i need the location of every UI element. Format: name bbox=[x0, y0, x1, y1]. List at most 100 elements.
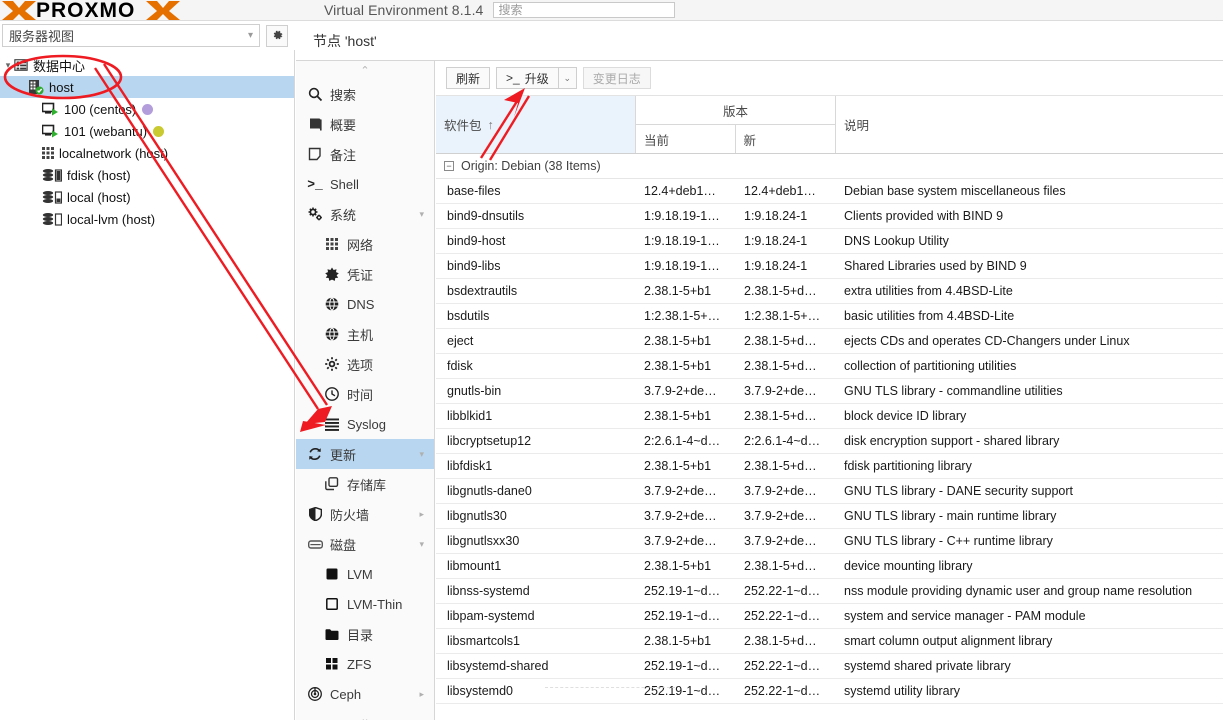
table-row[interactable]: bind9-host 1:9.18.19-1… 1:9.18.24-1 DNS Loo… bbox=[436, 229, 1223, 254]
tree-item-local-lvm-host[interactable]: local-lvm (host) bbox=[0, 208, 294, 230]
table-row[interactable]: libgnutls-dane0 3.7.9-2+de… 3.7.9-2+de… GNU… bbox=[436, 479, 1223, 504]
server-view-select[interactable]: 服务器视图 ▾ bbox=[2, 24, 260, 47]
current-version-cell: 3.7.9-2+de… bbox=[644, 534, 717, 548]
table-row[interactable]: base-files 12.4+deb1… 12.4+deb1… Debian bas… bbox=[436, 179, 1223, 204]
table-row[interactable]: bsdutils 1:2.38.1-5+… 1:2.38.1-5+… basic ut… bbox=[436, 304, 1223, 329]
tree-item-100-centos[interactable]: 100 (centos) bbox=[0, 98, 294, 120]
column-header-current[interactable]: 当前 bbox=[636, 125, 736, 153]
nav-item-label: 凭证 bbox=[347, 267, 374, 283]
resource-tree[interactable]: ▾ 数据中心 host 100 (centos) 101 (webantu) localn… bbox=[0, 50, 295, 720]
nav-collapse-arrow-icon[interactable]: ▾ bbox=[419, 539, 424, 550]
nav-item-[interactable]: 网络 bbox=[296, 229, 434, 259]
table-row[interactable]: fdisk 2.38.1-5+b1 2.38.1-5+d… collection of… bbox=[436, 354, 1223, 379]
tree-item-local-host[interactable]: local (host) bbox=[0, 186, 294, 208]
nav-item-[interactable]: 更新 ▾ bbox=[296, 439, 434, 469]
nav-item-lvm[interactable]: LVM bbox=[296, 559, 434, 589]
column-header-package[interactable]: 软件包 ↑ bbox=[436, 96, 636, 153]
collapse-group-icon[interactable]: − bbox=[444, 161, 454, 171]
tree-item-localnetwork-host[interactable]: localnetwork (host) bbox=[0, 142, 294, 164]
nav-item-[interactable]: 选项 bbox=[296, 349, 434, 379]
package-cell: bsdextrautils bbox=[447, 284, 518, 298]
nav-scroll-up-icon[interactable]: ⌃ bbox=[296, 61, 434, 79]
nav-item-zfs[interactable]: ZFS bbox=[296, 649, 434, 679]
table-row[interactable]: libgnutlsxx30 3.7.9-2+de… 3.7.9-2+de… GNU T… bbox=[436, 529, 1223, 554]
directory-icon bbox=[323, 628, 341, 641]
table-row[interactable]: libgnutls30 3.7.9-2+de… 3.7.9-2+de… GNU TLS… bbox=[436, 504, 1223, 529]
upgrade-button[interactable]: >_ 升级 bbox=[496, 67, 558, 89]
table-row[interactable]: bind9-dnsutils 1:9.18.19-1… 1:9.18.24-1 Cli… bbox=[436, 204, 1223, 229]
nav-item-[interactable]: 防火墙 ▸ bbox=[296, 499, 434, 529]
watermark bbox=[545, 676, 675, 688]
nav-item-[interactable]: 凭证 bbox=[296, 259, 434, 289]
nav-item-[interactable]: 主机 bbox=[296, 319, 434, 349]
nav-item-dns[interactable]: DNS bbox=[296, 289, 434, 319]
nav-item-[interactable]: 时间 bbox=[296, 379, 434, 409]
nav-item-[interactable]: 存储库 bbox=[296, 469, 434, 499]
upgrade-split-button[interactable]: >_ 升级 ⌄ bbox=[496, 67, 577, 89]
table-row[interactable]: libblkid1 2.38.1-5+b1 2.38.1-5+d… block dev… bbox=[436, 404, 1223, 429]
nav-item-[interactable]: 概要 bbox=[296, 109, 434, 139]
new-version-cell: 2.38.1-5+d… bbox=[744, 559, 817, 573]
table-row[interactable]: libsmartcols1 2.38.1-5+b1 2.38.1-5+d… smart… bbox=[436, 629, 1223, 654]
new-version-cell: 252.22-1~d… bbox=[744, 584, 821, 598]
disk-icon bbox=[306, 538, 324, 551]
package-cell: bind9-dnsutils bbox=[447, 209, 525, 223]
grid-group-row[interactable]: − Origin: Debian (38 Items) bbox=[436, 154, 1223, 179]
package-cell: libgnutlsxx30 bbox=[447, 534, 520, 548]
nav-collapse-arrow-icon[interactable]: ▾ bbox=[419, 449, 424, 460]
package-cell: gnutls-bin bbox=[447, 384, 502, 398]
tree-item-fdisk-host[interactable]: fdisk (host) bbox=[0, 164, 294, 186]
node-nav-menu[interactable]: ⌃ 搜索 概要 备注 >_ Shell 系统 ▾ 网络凭证 DNS 主机 选项 时间 Syslog 更新 ▾… bbox=[296, 61, 435, 720]
table-row[interactable]: libcryptsetup12 2:2.6.1-4~d… 2:2.6.1-4~d… d… bbox=[436, 429, 1223, 454]
tree-item-[interactable]: ▾ 数据中心 bbox=[0, 54, 294, 76]
table-row[interactable]: bind9-libs 1:9.18.19-1… 1:9.18.24-1 Shared … bbox=[436, 254, 1223, 279]
certificate-icon bbox=[323, 267, 341, 281]
table-row[interactable]: gnutls-bin 3.7.9-2+de… 3.7.9-2+de… GNU TLS … bbox=[436, 379, 1223, 404]
nav-item-shell[interactable]: >_ Shell bbox=[296, 169, 434, 199]
new-version-cell: 3.7.9-2+de… bbox=[744, 484, 817, 498]
table-row[interactable]: libfdisk1 2.38.1-5+b1 2.38.1-5+d… fdisk par… bbox=[436, 454, 1223, 479]
column-header-new[interactable]: 新 bbox=[736, 125, 836, 153]
package-cell: fdisk bbox=[447, 359, 473, 373]
gear-icon[interactable] bbox=[266, 24, 288, 47]
nav-item-label: DNS bbox=[347, 296, 375, 312]
global-search-input[interactable]: 搜索 bbox=[493, 2, 676, 18]
lvm-thin-icon bbox=[323, 598, 341, 610]
changelog-button[interactable]: 变更日志 bbox=[582, 67, 651, 89]
upgrade-dropdown-arrow-icon[interactable]: ⌄ bbox=[557, 67, 577, 89]
table-row[interactable]: libpam-systemd 252.19-1~d… 252.22-1~d… syst… bbox=[436, 604, 1223, 629]
package-cell: libpam-systemd bbox=[447, 609, 535, 623]
package-cell: libsystemd-shared bbox=[447, 659, 549, 673]
column-header-description[interactable]: 说明 bbox=[836, 96, 1223, 153]
tree-item-101-webantu[interactable]: 101 (webantu) bbox=[0, 120, 294, 142]
vm-icon bbox=[42, 124, 59, 139]
current-version-cell: 252.19-1~d… bbox=[644, 609, 721, 623]
nav-item-[interactable]: 磁盘 ▾ bbox=[296, 529, 434, 559]
refresh-button[interactable]: 刷新 bbox=[446, 67, 491, 89]
tree-item-host[interactable]: host bbox=[0, 76, 294, 98]
nav-expand-arrow-icon[interactable]: ▸ bbox=[419, 689, 424, 700]
nav-item-[interactable]: 搜索 bbox=[296, 79, 434, 109]
nav-item-ceph[interactable]: Ceph ▸ bbox=[296, 679, 434, 709]
shell-icon: >_ bbox=[307, 176, 323, 192]
nav-collapse-arrow-icon[interactable]: ▾ bbox=[419, 209, 424, 220]
table-row[interactable]: eject 2.38.1-5+b1 2.38.1-5+d… ejects CDs an… bbox=[436, 329, 1223, 354]
nav-item-lvm-thin[interactable]: LVM-Thin bbox=[296, 589, 434, 619]
proxmox-logo[interactable]: PROXMO bbox=[0, 0, 318, 21]
new-version-cell: 1:9.18.24-1 bbox=[744, 209, 808, 223]
package-cell: libgnutls30 bbox=[447, 509, 507, 523]
nav-item-[interactable]: 目录 bbox=[296, 619, 434, 649]
tree-expander-icon[interactable]: ▾ bbox=[2, 60, 14, 71]
table-row[interactable]: libmount1 2.38.1-5+b1 2.38.1-5+d… device mo… bbox=[436, 554, 1223, 579]
nav-scroll-down-icon[interactable]: ⌄ bbox=[296, 709, 434, 720]
nav-item-syslog[interactable]: Syslog bbox=[296, 409, 434, 439]
storage-icon-full bbox=[42, 168, 62, 182]
nav-item-[interactable]: 系统 ▾ bbox=[296, 199, 434, 229]
update-icon bbox=[306, 447, 324, 461]
package-cell: bind9-libs bbox=[447, 259, 501, 273]
table-row[interactable]: bsdextrautils 2.38.1-5+b1 2.38.1-5+d… extra… bbox=[436, 279, 1223, 304]
nav-item-[interactable]: 备注 bbox=[296, 139, 434, 169]
nav-expand-arrow-icon[interactable]: ▸ bbox=[419, 509, 424, 520]
table-row[interactable]: libnss-systemd 252.19-1~d… 252.22-1~d… nss … bbox=[436, 579, 1223, 604]
description-cell: GNU TLS library - DANE security support bbox=[844, 484, 1073, 498]
